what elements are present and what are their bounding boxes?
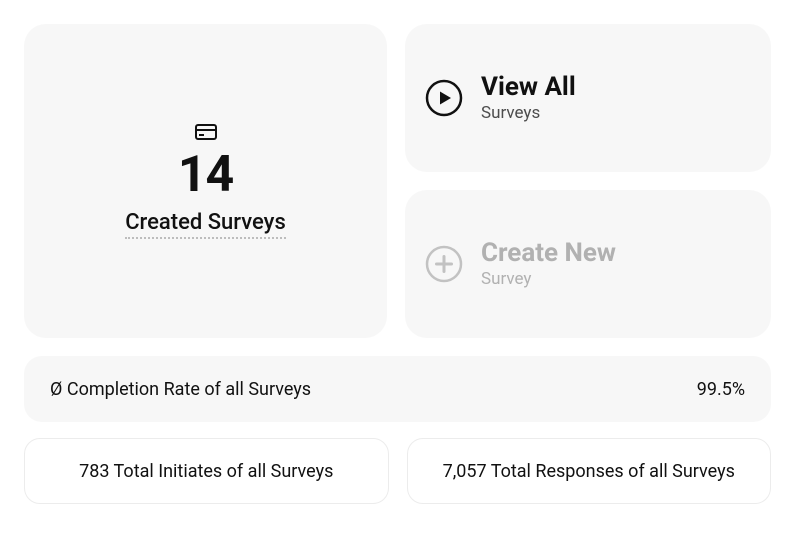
actions-column: View All Surveys Create New Survey (405, 24, 771, 338)
created-surveys-card: 14 Created Surveys (24, 24, 387, 338)
create-new-card[interactable]: Create New Survey (405, 190, 771, 338)
completion-label: Ø Completion Rate of all Surveys (50, 379, 311, 400)
responses-text: 7,057 Total Responses of all Surveys (443, 461, 735, 482)
completion-value: 99.5% (697, 379, 745, 400)
play-circle-icon (425, 79, 463, 117)
initiates-card: 783 Total Initiates of all Surveys (24, 438, 389, 504)
view-all-text: View All Surveys (481, 73, 576, 124)
plus-circle-icon (425, 245, 463, 283)
stats-pair: 783 Total Initiates of all Surveys 7,057… (24, 438, 771, 504)
created-label[interactable]: Created Surveys (125, 210, 286, 239)
responses-card: 7,057 Total Responses of all Surveys (407, 438, 772, 504)
create-new-text: Create New Survey (481, 239, 616, 290)
completion-rate-row: Ø Completion Rate of all Surveys 99.5% (24, 356, 771, 422)
created-count: 14 (178, 150, 233, 200)
view-all-title: View All (481, 73, 576, 102)
view-all-sub: Surveys (481, 103, 576, 123)
create-new-sub: Survey (481, 269, 616, 289)
card-payment-icon (195, 124, 217, 140)
initiates-text: 783 Total Initiates of all Surveys (79, 461, 333, 482)
create-new-title: Create New (481, 239, 616, 268)
dashboard: 14 Created Surveys View All Surveys (0, 0, 795, 548)
stats-column: Ø Completion Rate of all Surveys 99.5% 7… (24, 356, 771, 504)
view-all-card[interactable]: View All Surveys (405, 24, 771, 172)
top-row: 14 Created Surveys View All Surveys (24, 24, 771, 338)
